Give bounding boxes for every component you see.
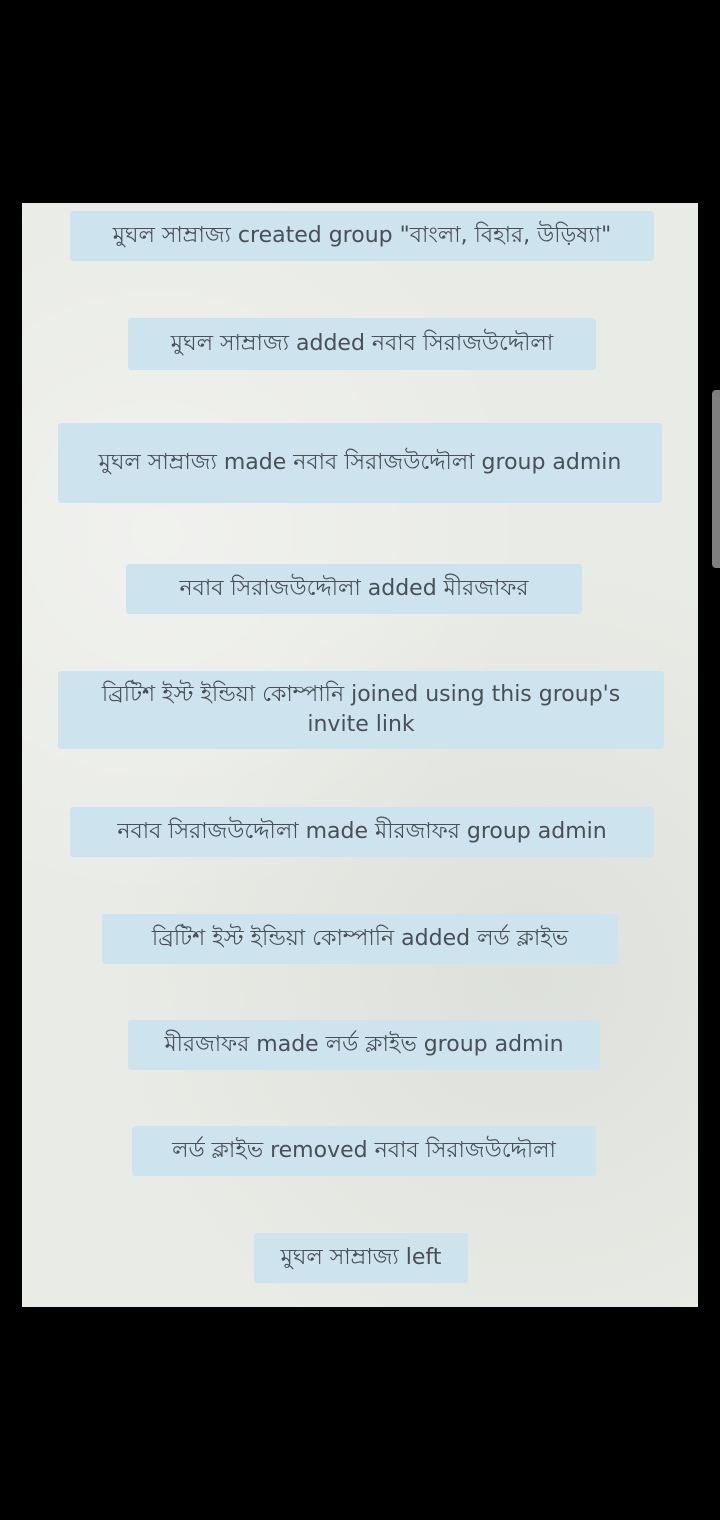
system-message-text: মুঘল সাম্রাজ্য created group "বাংলা, বিহ… xyxy=(112,223,612,248)
system-message-text: ব্রিটিশ ইস্ট ইন্ডিয়া কোম্পানি joined us… xyxy=(101,682,621,737)
system-message-text: ব্রিটিশ ইস্ট ইন্ডিয়া কোম্পানি added লর্… xyxy=(151,926,569,951)
system-message-text: মুঘল সাম্রাজ্য left xyxy=(280,1245,442,1270)
scrollbar-thumb[interactable] xyxy=(712,390,720,568)
system-message-admin-made: নবাব সিরাজউদ্দৌলা made মীরজাফর group adm… xyxy=(70,807,654,857)
system-message-text: লর্ড ক্লাইভ removed নবাব সিরাজউদ্দৌলা xyxy=(172,1138,556,1163)
system-message-member-left: মুঘল সাম্রাজ্য left xyxy=(254,1233,468,1283)
system-message-text: মুঘল সাম্রাজ্য added নবাব সিরাজউদ্দৌলা xyxy=(170,331,554,356)
chat-panel: মুঘল সাম্রাজ্য created group "বাংলা, বিহ… xyxy=(22,203,698,1307)
system-message-text: মুঘল সাম্রাজ্য made নবাব সিরাজউদ্দৌলা gr… xyxy=(98,450,622,475)
system-message-member-added: ব্রিটিশ ইস্ট ইন্ডিয়া কোম্পানি added লর্… xyxy=(102,914,618,964)
system-message-admin-made: মীরজাফর made লর্ড ক্লাইভ group admin xyxy=(128,1020,600,1070)
system-message-text: নবাব সিরাজউদ্দৌলা added মীরজাফর xyxy=(179,576,529,601)
system-message-member-joined: ব্রিটিশ ইস্ট ইন্ডিয়া কোম্পানি joined us… xyxy=(58,671,664,749)
system-message-text: মীরজাফর made লর্ড ক্লাইভ group admin xyxy=(164,1032,564,1057)
system-message-member-added: মুঘল সাম্রাজ্য added নবাব সিরাজউদ্দৌলা xyxy=(128,318,596,370)
system-message-text: নবাব সিরাজউদ্দৌলা made মীরজাফর group adm… xyxy=(117,819,607,844)
system-message-admin-made: মুঘল সাম্রাজ্য made নবাব সিরাজউদ্দৌলা gr… xyxy=(58,423,662,503)
system-message-member-added: নবাব সিরাজউদ্দৌলা added মীরজাফর xyxy=(126,564,582,614)
system-message-group-created: মুঘল সাম্রাজ্য created group "বাংলা, বিহ… xyxy=(70,211,654,261)
system-message-member-removed: লর্ড ক্লাইভ removed নবাব সিরাজউদ্দৌলা xyxy=(132,1126,596,1176)
